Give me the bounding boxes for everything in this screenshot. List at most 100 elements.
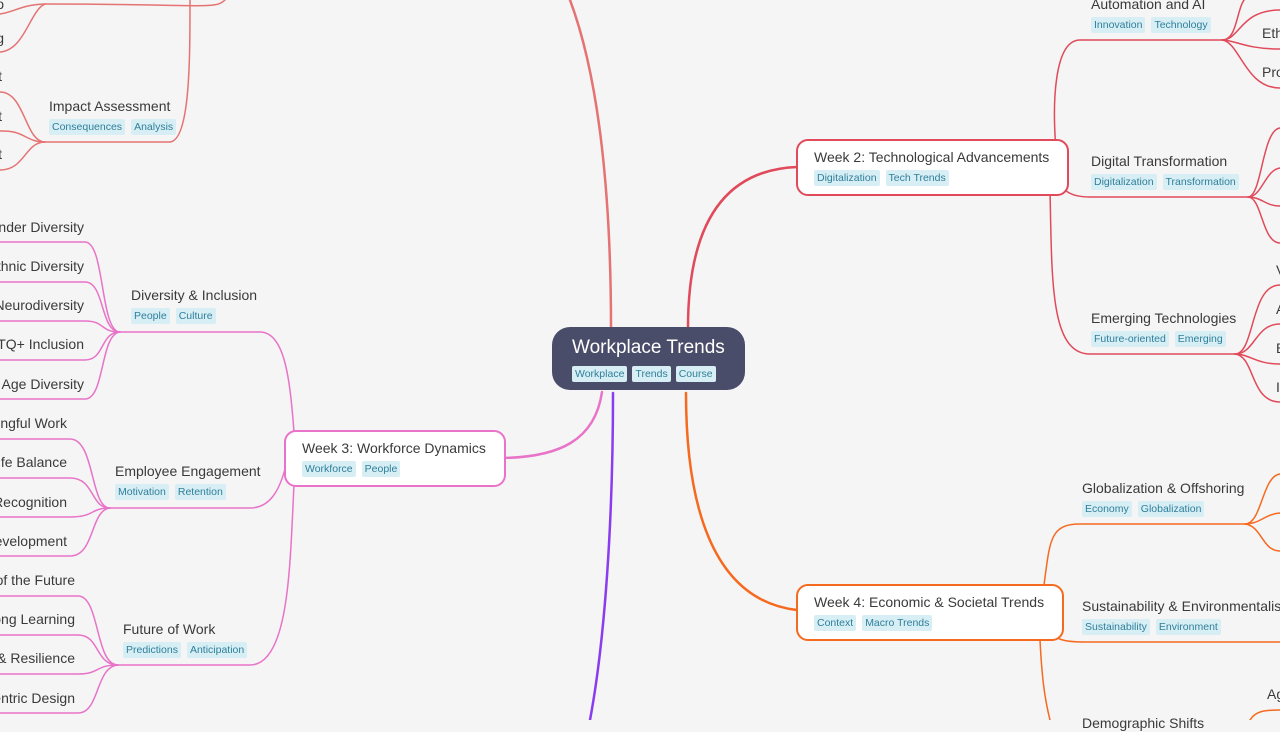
subtopic-a[interactable]: A <box>1276 300 1280 318</box>
subtopic-title: t <box>0 68 2 84</box>
subtopic-title: ong Learning <box>0 611 75 627</box>
topic-employee-engagement[interactable]: Employee Engagement Motivation Retention <box>115 462 261 500</box>
subtopic-title: Eth <box>1262 25 1280 41</box>
subtopic-fragment[interactable]: t <box>0 145 2 163</box>
subtopic-title: B <box>1276 339 1280 357</box>
week3-title: Week 3: Workforce Dynamics <box>302 440 486 456</box>
subtopic-meaningful-work[interactable]: ingful Work <box>0 414 67 432</box>
tag: Innovation <box>1091 17 1146 33</box>
topic-title: Employee Engagement <box>115 463 261 479</box>
subtopic-recognition[interactable]: Recognition <box>0 493 67 511</box>
week4-node[interactable]: Week 4: Economic & Societal Trends Conte… <box>796 584 1065 641</box>
topic-title: Future of Work <box>123 621 216 637</box>
subtopic-title: o <box>0 0 4 12</box>
week2-node[interactable]: Week 2: Technological Advancements Digit… <box>796 139 1070 196</box>
subtopic-agility-resilience[interactable]: y & Resilience <box>0 649 75 667</box>
subtopic-title: evelopment <box>0 533 67 549</box>
subtopic-skills-of-the-future[interactable]: of the Future <box>0 571 75 589</box>
tag: People <box>131 308 170 324</box>
topic-demographic-shifts[interactable]: Demographic Shifts <box>1082 714 1204 732</box>
root-node[interactable]: Workplace Trends Workplace Trends Course <box>552 327 745 390</box>
subtopic-title: Age Diversity <box>1 376 84 392</box>
subtopic-title: of the Future <box>0 572 75 588</box>
tag: Economy <box>1082 501 1132 517</box>
topic-automation-ai[interactable]: Automation and AI Innovation Technology <box>1091 0 1211 33</box>
tag: Context <box>814 615 857 631</box>
link-week1-top <box>44 0 226 7</box>
subtopic-eth[interactable]: Eth <box>1262 24 1280 42</box>
tag: Emerging <box>1174 331 1226 347</box>
subtopic-i[interactable]: I <box>1276 378 1280 396</box>
tag: Predictions <box>123 642 181 658</box>
subtopic-title: entric Design <box>0 690 75 706</box>
tag: Workplace <box>572 366 628 382</box>
subtopic-title: Life Balance <box>0 454 67 470</box>
subtopic-title: Pro <box>1262 64 1280 80</box>
topic-title: Impact Assessment <box>49 98 171 114</box>
topic-digital-transformation[interactable]: Digital Transformation Digitalization Tr… <box>1091 152 1239 190</box>
subtopic-title: ender Diversity <box>0 219 84 235</box>
subtopic-development[interactable]: evelopment <box>0 532 67 550</box>
week3-node[interactable]: Week 3: Workforce Dynamics Workforce Peo… <box>284 430 506 487</box>
root-title: Workplace Trends <box>572 337 725 358</box>
tag: Globalization <box>1137 501 1205 517</box>
subtopic-fragment[interactable]: t <box>0 107 2 125</box>
tag: Future-oriented <box>1091 331 1169 347</box>
tag: Analysis <box>131 119 177 135</box>
link-root-week4 <box>684 391 799 612</box>
subtopic-fragment[interactable]: t <box>0 67 2 85</box>
tag: Trends <box>632 366 671 382</box>
topic-title: Digital Transformation <box>1091 153 1228 169</box>
subtopic-fragment[interactable]: g <box>0 29 4 47</box>
topic-diversity-inclusion[interactable]: Diversity & Inclusion People Culture <box>131 286 257 324</box>
subtopic-title: Neurodiversity <box>0 297 84 313</box>
subtopic-ethnic-diversity[interactable]: thnic Diversity <box>0 257 84 275</box>
tag: Technology <box>1151 17 1211 33</box>
tag: Course <box>675 366 716 382</box>
subtopic-title: Ag <box>1267 686 1280 702</box>
subtopic-title: V <box>1276 261 1280 279</box>
subtopic-human-centric-design[interactable]: entric Design <box>0 689 75 707</box>
topic-future-of-work[interactable]: Future of Work Predictions Anticipation <box>123 620 248 658</box>
subtopic-aging[interactable]: Ag <box>1267 685 1280 703</box>
subtopic-title: A <box>1276 300 1280 318</box>
subtopic-neurodiversity[interactable]: Neurodiversity <box>0 296 84 314</box>
subtopic-b[interactable]: B <box>1276 339 1280 357</box>
link-root-week2 <box>686 165 799 330</box>
tag: Anticipation <box>186 642 248 658</box>
topic-title: Emerging Technologies <box>1091 310 1237 326</box>
topic-sustainability-environmentalism[interactable]: Sustainability & Environmentalism Sustai… <box>1082 597 1280 635</box>
subtopic-title: I <box>1276 379 1280 395</box>
subtopic-title: ingful Work <box>0 415 67 431</box>
topic-emerging-technologies[interactable]: Emerging Technologies Future-oriented Em… <box>1091 309 1236 347</box>
subtopic-work-life-balance[interactable]: Life Balance <box>0 453 67 471</box>
link-root-week5 <box>588 391 615 720</box>
tag: Culture <box>175 308 216 324</box>
subtopic-age-diversity[interactable]: Age Diversity <box>2 375 84 393</box>
subtopic-lgbtq-inclusion[interactable]: BTQ+ Inclusion <box>0 335 84 353</box>
week2-title: Week 2: Technological Advancements <box>814 149 1050 165</box>
topic-globalization-offshoring[interactable]: Globalization & Offshoring Economy Globa… <box>1082 479 1244 517</box>
subtopic-title: BTQ+ Inclusion <box>0 336 84 352</box>
subtopic-title: thnic Diversity <box>0 258 84 274</box>
link-root-week3 <box>496 390 604 460</box>
subtopic-title: g <box>0 30 4 46</box>
subtopic-v[interactable]: V <box>1276 261 1280 279</box>
tag: Environment <box>1155 619 1221 635</box>
tag: Retention <box>174 484 226 500</box>
subtopic-title: Recognition <box>0 494 67 510</box>
topic-title: Globalization & Offshoring <box>1082 480 1245 496</box>
subtopic-fragment[interactable]: o <box>0 0 4 13</box>
tag: Digitalization <box>1091 174 1157 190</box>
topic-impact-assessment[interactable]: Impact Assessment Consequences Analysis <box>49 97 177 135</box>
subtopic-pro[interactable]: Pro <box>1262 63 1280 81</box>
topic-title: Diversity & Inclusion <box>131 287 258 303</box>
subtopic-title: t <box>0 108 2 124</box>
link-root-week1 <box>568 0 613 330</box>
subtopic-title: y & Resilience <box>0 650 75 666</box>
week4-title: Week 4: Economic & Societal Trends <box>814 594 1045 610</box>
subtopic-gender-diversity[interactable]: ender Diversity <box>0 218 84 236</box>
subtopic-lifelong-learning[interactable]: ong Learning <box>0 610 75 628</box>
tag: Transformation <box>1162 174 1239 190</box>
tag: Tech Trends <box>885 170 949 186</box>
